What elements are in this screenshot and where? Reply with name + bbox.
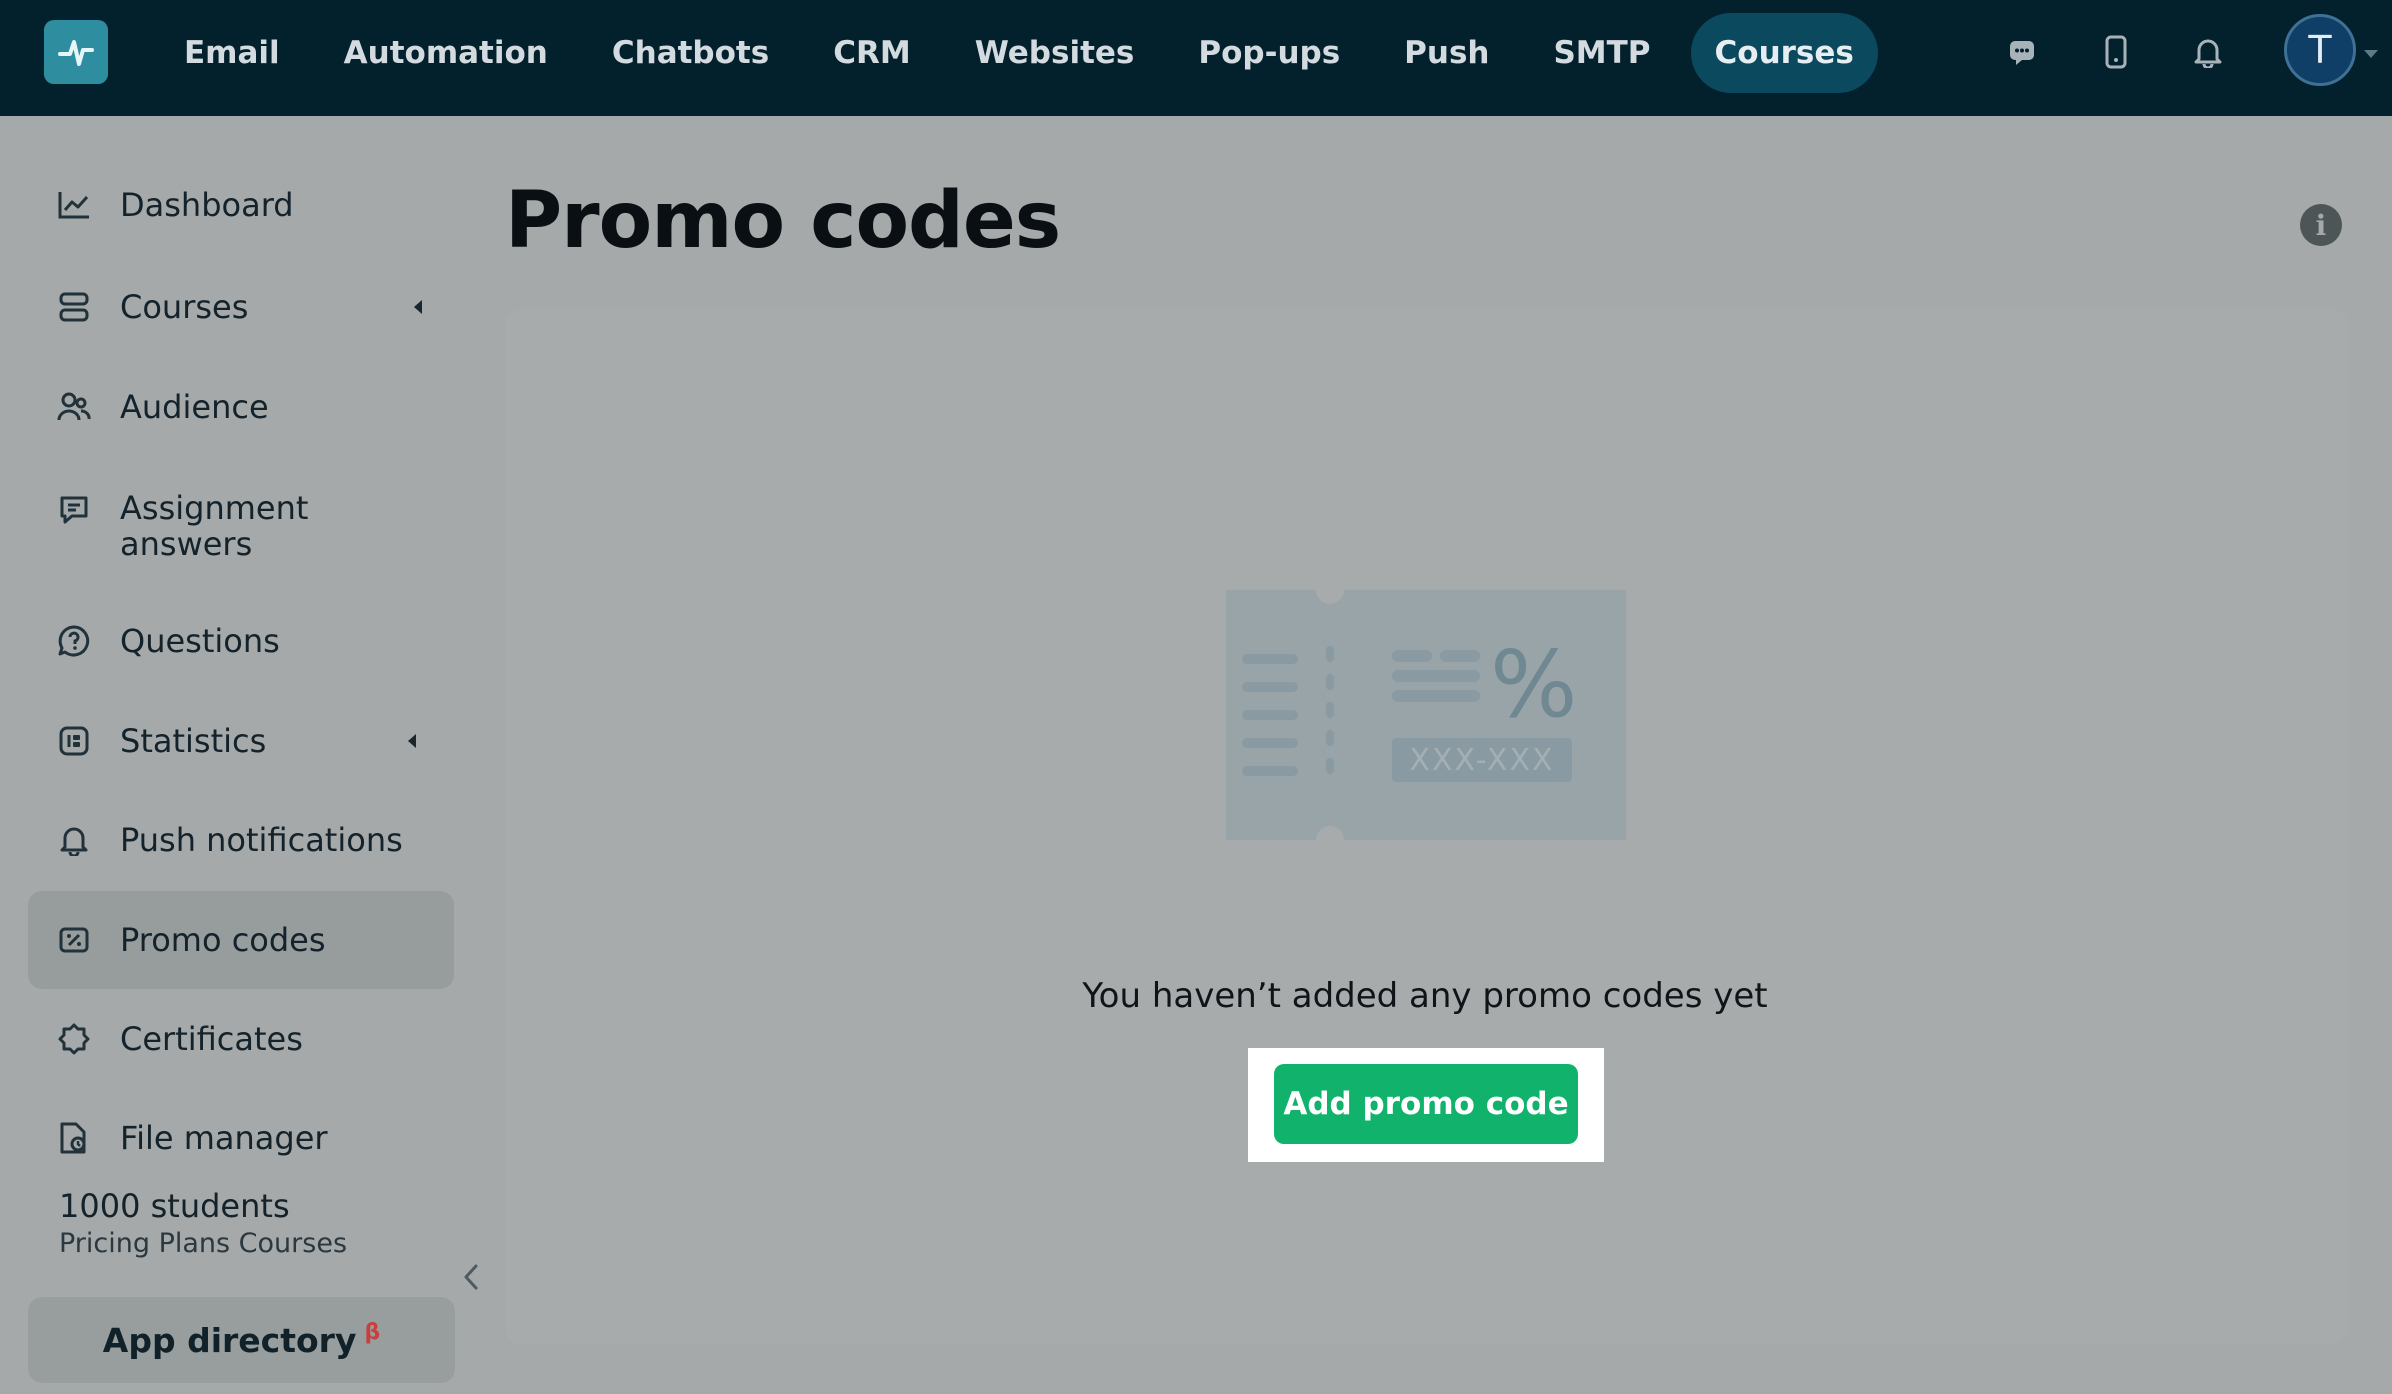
user-avatar[interactable]: T: [2284, 14, 2356, 86]
sidebar-item-label: Dashboard: [120, 186, 294, 224]
sidebar-item-label: Statistics: [120, 722, 267, 760]
tab-push[interactable]: Push: [1380, 13, 1513, 93]
sidebar-item-label: Assignment answers: [120, 489, 309, 563]
sidebar-item-file-manager[interactable]: File manager: [28, 1107, 454, 1169]
tab-chatbots[interactable]: Chatbots: [588, 13, 793, 93]
sidebar-item-push-notifications[interactable]: Push notifications: [28, 809, 454, 871]
collapse-sidebar-icon[interactable]: [460, 1262, 482, 1296]
sidebar-item-statistics[interactable]: Statistics: [28, 710, 454, 772]
avatar-dropdown-caret-icon[interactable]: [2364, 50, 2378, 58]
tab-courses[interactable]: Courses: [1690, 13, 1878, 93]
beta-badge: β: [364, 1319, 381, 1345]
sidebar-item-label: Audience: [120, 388, 269, 426]
percent-symbol: %: [1490, 631, 1577, 738]
app-directory-button[interactable]: App directory β: [28, 1297, 455, 1383]
promo-code-placeholder: XXX-XXX: [1409, 743, 1554, 778]
chart-line-icon: [56, 187, 92, 223]
comment-check-icon: [56, 492, 92, 528]
add-promo-code-button[interactable]: Add promo code: [1274, 1064, 1578, 1144]
page-title: Promo codes: [505, 176, 1061, 266]
tab-crm[interactable]: CRM: [809, 13, 934, 93]
question-bubble-icon: [56, 623, 92, 659]
stats-icon: [56, 723, 92, 759]
tab-popups[interactable]: Pop-ups: [1174, 13, 1364, 93]
sidebar-item-promo-codes[interactable]: Promo codes: [28, 891, 454, 989]
top-navigation-bar: Email Automation Chatbots CRM Websites P…: [0, 0, 2392, 116]
layers-icon: [56, 289, 92, 325]
pulse-logo-icon: [58, 40, 94, 66]
sidebar-item-assignment-answers[interactable]: Assignment answers: [28, 484, 454, 568]
app-directory-label: App directory: [102, 1320, 357, 1360]
file-icon: [56, 1120, 92, 1156]
chat-icon[interactable]: [2002, 32, 2042, 72]
add-promo-code-highlight: Add promo code: [1248, 1048, 1604, 1162]
bell-icon: [56, 822, 92, 858]
promo-ticket-illustration: % XXX-XXX: [1226, 590, 1626, 840]
mobile-icon[interactable]: [2096, 32, 2136, 72]
sidebar-item-label: Certificates: [120, 1020, 303, 1058]
product-tabs: Email Automation Chatbots CRM Websites P…: [160, 12, 1894, 94]
info-icon[interactable]: i: [2300, 204, 2342, 246]
users-icon: [56, 389, 92, 425]
plan-limit: 1000 students: [59, 1187, 290, 1225]
sidebar-item-label: Courses: [120, 288, 249, 326]
sidebar-item-courses[interactable]: Courses: [28, 276, 454, 338]
empty-state-message: You haven’t added any promo codes yet: [1082, 976, 1768, 1016]
tab-smtp[interactable]: SMTP: [1529, 13, 1674, 93]
sidebar-item-label: Questions: [120, 622, 280, 660]
sidebar-item-label: File manager: [120, 1119, 328, 1157]
sidebar-item-questions[interactable]: Questions: [28, 610, 454, 672]
sidebar-item-dashboard[interactable]: Dashboard: [28, 174, 454, 236]
tab-automation[interactable]: Automation: [320, 13, 572, 93]
sidebar-item-label: Promo codes: [120, 921, 326, 959]
sidebar-item-audience[interactable]: Audience: [28, 376, 454, 438]
tab-email[interactable]: Email: [160, 13, 304, 93]
badge-icon: [56, 1021, 92, 1057]
sidebar-item-certificates[interactable]: Certificates: [28, 1008, 454, 1070]
expand-caret-icon[interactable]: [408, 734, 416, 748]
plan-name-link[interactable]: Pricing Plans Courses: [59, 1228, 347, 1259]
app-logo[interactable]: [44, 20, 108, 84]
bell-icon[interactable]: [2188, 32, 2228, 72]
tab-websites[interactable]: Websites: [951, 13, 1159, 93]
coupon-icon: [56, 922, 92, 958]
sidebar-item-label: Push notifications: [120, 821, 403, 859]
expand-caret-icon[interactable]: [414, 300, 422, 314]
